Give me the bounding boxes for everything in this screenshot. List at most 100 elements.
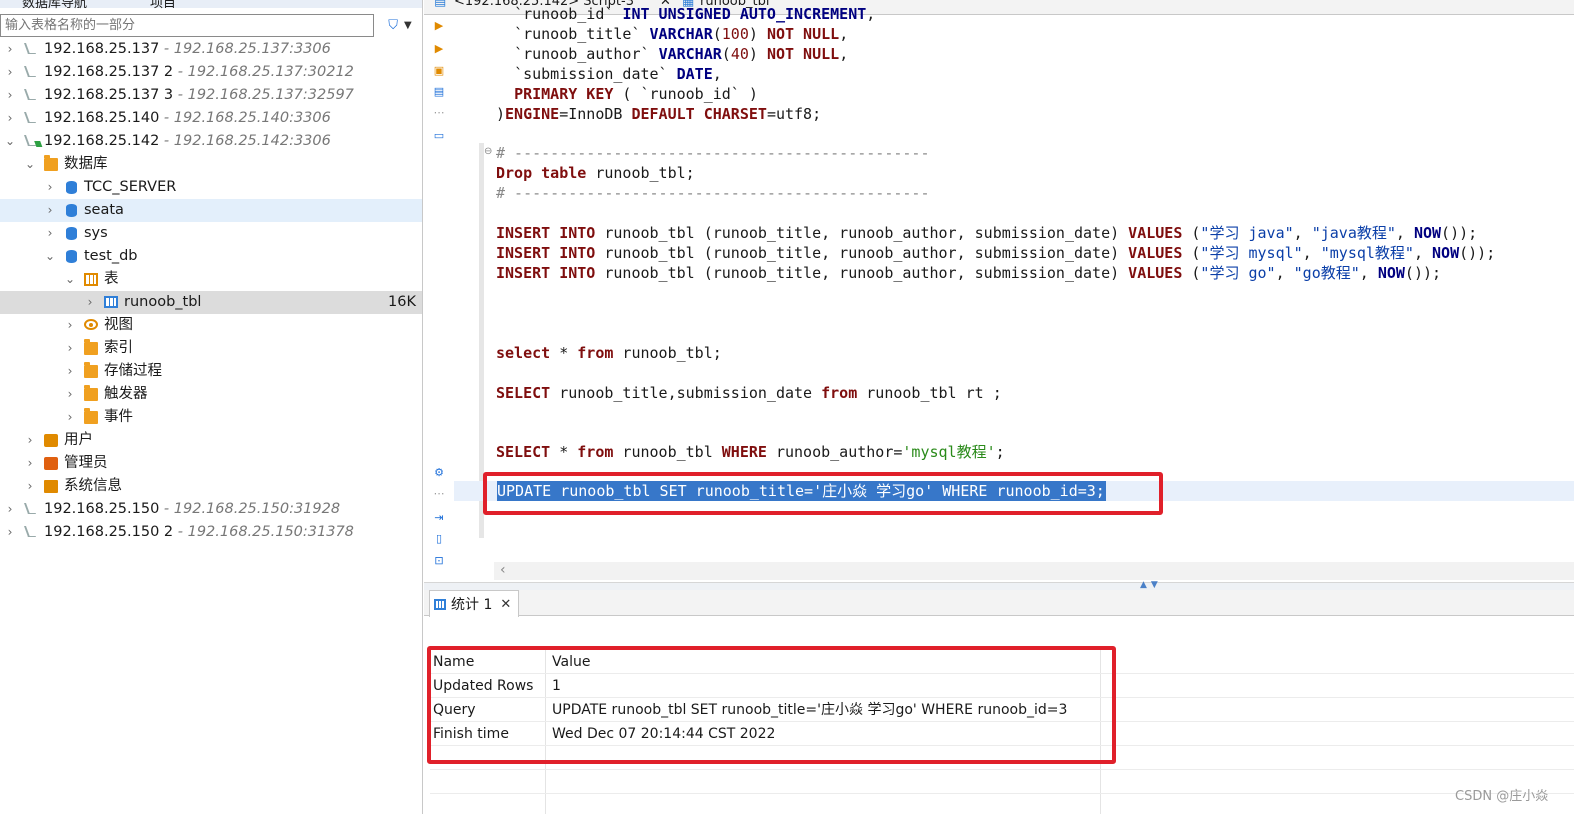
table-row-empty bbox=[430, 770, 1574, 794]
collapse-arrow-icon[interactable]: ⌄ bbox=[24, 153, 36, 176]
tree-tables-folder[interactable]: ⌄ 表 bbox=[0, 268, 422, 291]
tree-views-folder[interactable]: › 视图 bbox=[0, 314, 422, 337]
tree-schema-seata[interactable]: › seata bbox=[0, 199, 422, 222]
database-connection-icon bbox=[23, 112, 37, 123]
admin-icon bbox=[44, 457, 58, 470]
tree-label: 数据库 bbox=[64, 156, 108, 172]
run-arrow-icon[interactable]: ▶ bbox=[433, 20, 445, 32]
table-grid-icon bbox=[434, 598, 446, 610]
tree-connection-192-168-25-137-3[interactable]: › 192.168.25.137 3 - 192.168.25.137:3259… bbox=[0, 84, 422, 107]
expand-arrow-icon[interactable]: › bbox=[4, 38, 16, 61]
variables-icon[interactable]: ⊡ bbox=[433, 555, 445, 567]
tree-indexes-folder[interactable]: › 索引 bbox=[0, 337, 422, 360]
database-folder-icon bbox=[44, 155, 58, 171]
filter-button[interactable]: ⛉ ▼ bbox=[380, 14, 420, 37]
tree-connection-192-168-25-150[interactable]: › 192.168.25.150 - 192.168.25.150:31928 bbox=[0, 498, 422, 521]
tree-label: 触发器 bbox=[104, 386, 148, 402]
tree-label: 事件 bbox=[104, 409, 133, 425]
annotation-highlight-box bbox=[483, 472, 1163, 515]
table-filter-input[interactable] bbox=[0, 14, 374, 37]
expand-arrow-icon[interactable]: › bbox=[64, 314, 76, 337]
tree-label: TCC_SERVER bbox=[84, 179, 177, 195]
expand-arrow-icon[interactable]: › bbox=[4, 84, 16, 107]
tree-connection-192-168-25-140[interactable]: › 192.168.25.140 - 192.168.25.140:3306 bbox=[0, 107, 422, 130]
expand-arrow-icon[interactable]: › bbox=[4, 498, 16, 521]
run-in-new-tab-icon[interactable]: ▶ bbox=[433, 43, 445, 55]
collapse-arrow-icon[interactable]: ⌄ bbox=[4, 130, 16, 153]
tree-sublabel: - 192.168.25.137:3306 bbox=[159, 41, 331, 57]
tree-label: 存储过程 bbox=[104, 363, 162, 379]
tree-label: 管理员 bbox=[64, 455, 108, 471]
more-dots-icon[interactable]: ⋯ bbox=[433, 488, 445, 500]
expand-arrow-icon[interactable]: › bbox=[4, 107, 16, 130]
folder-icon bbox=[84, 408, 98, 424]
tree-label: 192.168.25.140 bbox=[44, 110, 160, 126]
results-tabbar bbox=[424, 590, 1574, 616]
tree-system-info-folder[interactable]: › 系统信息 bbox=[0, 475, 422, 498]
tree-connection-192-168-25-137-2[interactable]: › 192.168.25.137 2 - 192.168.25.137:3021… bbox=[0, 61, 422, 84]
console-icon[interactable]: ▭ bbox=[433, 130, 445, 142]
tree-table-runoob-tbl[interactable]: › runoob_tbl 16K bbox=[0, 291, 422, 314]
database-connection-icon bbox=[23, 66, 37, 77]
navigator-tabs: 数据库导航 项目 bbox=[0, 0, 422, 11]
schema-cylinder-icon bbox=[66, 204, 77, 217]
expand-arrow-icon[interactable]: › bbox=[24, 475, 36, 498]
tree-administer-folder[interactable]: › 管理员 bbox=[0, 452, 422, 475]
horizontal-scrollbar[interactable] bbox=[494, 562, 1574, 580]
expand-arrow-icon[interactable]: › bbox=[24, 452, 36, 475]
panel-splitter[interactable] bbox=[424, 582, 1574, 590]
tree-users-folder[interactable]: › 用户 bbox=[0, 429, 422, 452]
database-connection-icon bbox=[23, 89, 37, 100]
more-dots-icon[interactable]: ⋯ bbox=[433, 107, 445, 119]
tree-label: 用户 bbox=[64, 432, 93, 448]
expand-arrow-icon[interactable]: › bbox=[44, 176, 56, 199]
table-size: 16K bbox=[388, 294, 416, 310]
splitter-arrows-icon[interactable]: ▲▼ bbox=[1140, 580, 1162, 590]
tree-schema-tcc-server[interactable]: › TCC_SERVER bbox=[0, 176, 422, 199]
tree-label: seata bbox=[84, 202, 124, 218]
tree-label: sys bbox=[84, 225, 108, 241]
tree-schema-sys[interactable]: › sys bbox=[0, 222, 422, 245]
scroll-left-icon[interactable]: ‹ bbox=[500, 562, 506, 578]
tree-label: 192.168.25.137 3 bbox=[44, 87, 174, 103]
export-icon[interactable]: ⇥ bbox=[433, 512, 445, 524]
execute-script-icon[interactable]: ▣ bbox=[433, 65, 445, 77]
expand-arrow-icon[interactable]: › bbox=[64, 383, 76, 406]
tree-connection-192-168-25-142[interactable]: ⌄ 192.168.25.142 - 192.168.25.142:3306 bbox=[0, 130, 422, 153]
tree-schema-test-db[interactable]: ⌄ test_db bbox=[0, 245, 422, 268]
tree-connection-192-168-25-137[interactable]: › 192.168.25.137 - 192.168.25.137:3306 bbox=[0, 38, 422, 61]
script-icon: ▤ bbox=[434, 0, 447, 9]
table-grid-icon bbox=[104, 296, 118, 308]
tree-label: 系统信息 bbox=[64, 478, 122, 494]
expand-arrow-icon[interactable]: › bbox=[44, 222, 56, 245]
expand-arrow-icon[interactable]: › bbox=[84, 291, 96, 314]
tab-projects[interactable]: 项目 bbox=[150, 0, 176, 11]
document-icon[interactable]: ▯ bbox=[433, 533, 445, 545]
tree-procedures-folder[interactable]: › 存储过程 bbox=[0, 360, 422, 383]
expand-arrow-icon[interactable]: › bbox=[44, 199, 56, 222]
schema-cylinder-icon bbox=[66, 250, 77, 263]
chevron-down-icon: ▼ bbox=[404, 20, 412, 31]
gear-icon[interactable]: ⚙ bbox=[433, 467, 445, 479]
tree-triggers-folder[interactable]: › 触发器 bbox=[0, 383, 422, 406]
collapse-arrow-icon[interactable]: ⌄ bbox=[44, 245, 56, 268]
tree-databases-folder[interactable]: ⌄ 数据库 bbox=[0, 153, 422, 176]
fold-toggle-icon[interactable]: ⊖ bbox=[484, 146, 492, 157]
database-navigator: 数据库导航 项目 ⛉▼ › 192.168.25.137 - 192.168.2… bbox=[0, 0, 423, 814]
tree-sublabel: - 192.168.25.140:3306 bbox=[159, 110, 331, 126]
close-icon[interactable]: ✕ bbox=[500, 597, 511, 612]
tab-statistics[interactable]: 统计 1 ✕ bbox=[429, 590, 519, 617]
tree-events-folder[interactable]: › 事件 bbox=[0, 406, 422, 429]
tab-database-navigator[interactable]: 数据库导航 bbox=[22, 0, 87, 11]
expand-arrow-icon[interactable]: › bbox=[24, 429, 36, 452]
tree-connection-192-168-25-150-2[interactable]: › 192.168.25.150 2 - 192.168.25.150:3137… bbox=[0, 521, 422, 544]
collapse-arrow-icon[interactable]: ⌄ bbox=[64, 268, 76, 291]
expand-arrow-icon[interactable]: › bbox=[64, 337, 76, 360]
expand-arrow-icon[interactable]: › bbox=[4, 61, 16, 84]
expand-arrow-icon[interactable]: › bbox=[4, 521, 16, 544]
expand-arrow-icon[interactable]: › bbox=[64, 406, 76, 429]
explain-plan-icon[interactable]: ▤ bbox=[433, 86, 445, 98]
schema-cylinder-icon bbox=[66, 227, 77, 240]
expand-arrow-icon[interactable]: › bbox=[64, 360, 76, 383]
tree-sublabel: - 192.168.25.142:3306 bbox=[159, 133, 331, 149]
